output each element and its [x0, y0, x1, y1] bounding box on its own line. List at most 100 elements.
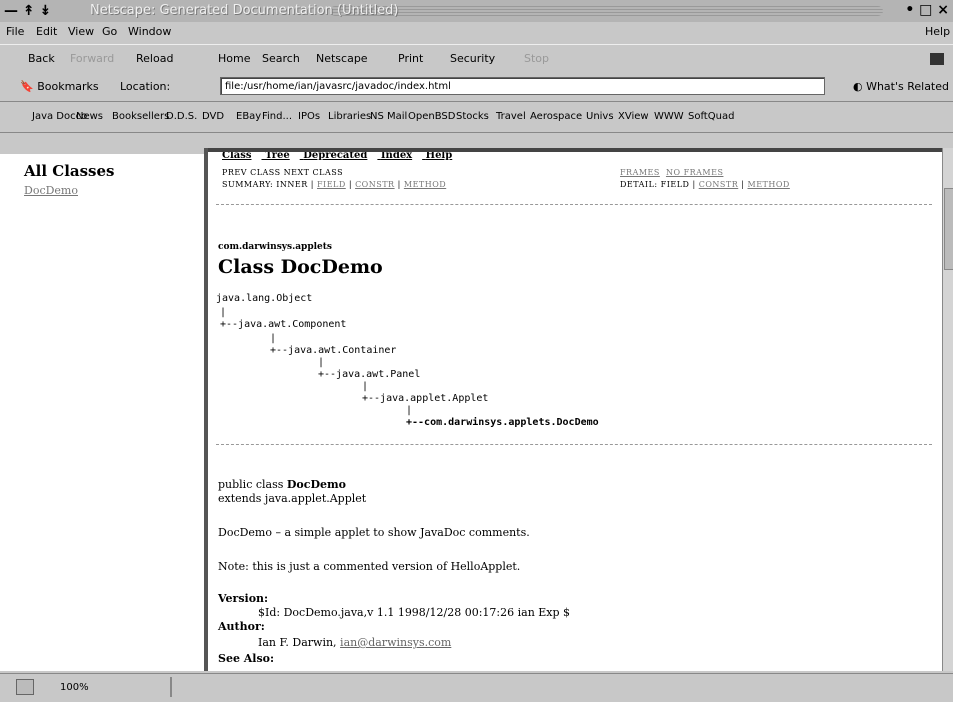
reload-button[interactable]: Reload: [136, 52, 173, 65]
back-button[interactable]: Back: [28, 52, 55, 65]
class-note: Note: this is just a commented version o…: [218, 560, 521, 573]
print-button[interactable]: Print: [398, 52, 423, 65]
author-email-link[interactable]: ian@darwinsys.com: [340, 636, 451, 649]
whats-related-button[interactable]: ◐ What's Related: [853, 80, 949, 93]
personal-bookmark-xview[interactable]: XView: [618, 111, 649, 122]
nav-divider: [216, 204, 932, 205]
extends-line: extends java.applet.Applet: [218, 492, 367, 505]
window-title: Netscape: Generated Documentation (Untit…: [90, 3, 399, 18]
class-title: Class DocDemo: [218, 256, 383, 278]
title-bar: — ↟ ↡ Netscape: Generated Documentation …: [0, 0, 953, 23]
whats-related-label: What's Related: [866, 80, 949, 93]
author-value: Ian F. Darwin, ian@darwinsys.com: [258, 636, 451, 649]
inheritance-tree-l4: +--java.applet.Applet: [362, 393, 489, 404]
see-also-label: See Also:: [218, 652, 275, 665]
personal-bookmark-news[interactable]: News: [76, 111, 103, 122]
personal-bookmark-libraries[interactable]: Libraries: [328, 111, 371, 122]
home-button[interactable]: Home: [218, 52, 250, 65]
window-controls[interactable]: • □ ×: [905, 1, 949, 19]
nav-tree[interactable]: Tree: [265, 152, 290, 161]
inheritance-tree-l3: +--java.awt.Panel: [318, 369, 421, 380]
status-bar: 100%: [0, 673, 953, 702]
class-declaration: public class DocDemo: [218, 478, 346, 492]
version-value: $Id: DocDemo.java,v 1.1 1998/12/28 00:17…: [258, 606, 571, 619]
search-button[interactable]: Search: [262, 52, 300, 65]
navigation-toolbar: Back Forward Reload Home Search Netscape…: [0, 44, 953, 74]
security-button[interactable]: Security: [450, 52, 495, 65]
package-name: com.darwinsys.applets: [218, 242, 332, 252]
personal-bookmark-stocks[interactable]: Stocks: [456, 111, 489, 122]
personal-bookmark-ipos[interactable]: IPOs: [298, 111, 320, 122]
status-separator: [170, 677, 172, 697]
personal-bookmark-openbsd[interactable]: OpenBSD: [408, 111, 455, 122]
tree-divider: [216, 444, 932, 445]
menu-bar: File Edit View Go Window Help: [0, 22, 953, 42]
decl-prefix: public class: [218, 478, 287, 491]
summary-label: SUMMARY: INNER |: [222, 180, 317, 189]
frames-links: FRAMES NO FRAMES: [620, 168, 723, 177]
url-field[interactable]: file:/usr/home/ian/javasrc/javadoc/index…: [220, 77, 825, 95]
summary-links: SUMMARY: INNER | FIELD | CONSTR | METHOD: [222, 180, 447, 189]
no-frames-link[interactable]: NO FRAMES: [666, 168, 723, 177]
class-description: DocDemo – a simple applet to show JavaDo…: [218, 526, 530, 539]
location-bar: 🔖 Bookmarks Location: file:/usr/home/ian…: [0, 73, 953, 102]
menu-help[interactable]: Help: [925, 25, 950, 38]
documentation-frame: Class Tree Deprecated Index Help PREV CL…: [208, 148, 942, 671]
zoom-level: 100%: [60, 682, 89, 693]
bookmarks-button[interactable]: 🔖 Bookmarks: [20, 80, 99, 93]
window-menu-icon[interactable]: — ↟ ↡: [4, 2, 51, 20]
detail-constr-link[interactable]: CONSTR: [699, 180, 739, 189]
stop-button[interactable]: Stop: [524, 52, 549, 65]
nav-class[interactable]: Class: [222, 152, 252, 161]
menu-edit[interactable]: Edit: [36, 25, 57, 38]
detail-label: DETAIL: FIELD |: [620, 180, 699, 189]
author-name: Ian F. Darwin,: [258, 636, 341, 649]
menu-window[interactable]: Window: [128, 25, 171, 38]
inheritance-tree-l1: +--java.awt.Component: [220, 319, 347, 330]
decl-name: DocDemo: [286, 478, 346, 491]
scrollbar-thumb[interactable]: [944, 188, 953, 270]
personal-bookmark-find[interactable]: Find...: [262, 111, 292, 122]
personal-bookmark-ns-mail[interactable]: NS Mail: [370, 111, 407, 122]
security-lock-icon[interactable]: [16, 679, 34, 695]
personal-toolbar: Java Docco News Booksellers D.D.S. DVD EBay Fi…: [0, 102, 953, 133]
top-nav-bar: Class Tree Deprecated Index Help: [222, 152, 462, 161]
inheritance-tree-l2: +--java.awt.Container: [270, 345, 397, 356]
netscape-logo-icon: [930, 53, 944, 65]
personal-bookmark-aerospace[interactable]: Aerospace: [530, 111, 582, 122]
menu-view[interactable]: View: [68, 25, 94, 38]
inheritance-tree-l5: +--com.darwinsys.applets.DocDemo: [406, 417, 599, 428]
inheritance-tree-l0: java.lang.Object: [216, 293, 313, 304]
summary-constr-link[interactable]: CONSTR: [355, 180, 395, 189]
netscape-button[interactable]: Netscape: [316, 52, 368, 65]
nav-index[interactable]: Index: [381, 152, 412, 161]
class-list-frame: All Classes DocDemo: [0, 154, 204, 671]
menu-go[interactable]: Go: [102, 25, 117, 38]
forward-button[interactable]: Forward: [70, 52, 114, 65]
nav-deprecated[interactable]: Deprecated: [303, 152, 367, 161]
version-label: Version:: [218, 592, 269, 605]
title-bar-stripes: [330, 6, 883, 16]
summary-method-link[interactable]: METHOD: [404, 180, 446, 189]
vertical-scrollbar[interactable]: [942, 148, 953, 671]
author-label: Author:: [218, 620, 265, 633]
location-label: Location:: [120, 80, 171, 93]
nav-help[interactable]: Help: [426, 152, 453, 161]
prev-next-links[interactable]: PREV CLASS NEXT CLASS: [222, 168, 343, 177]
personal-bookmark-dvd[interactable]: DVD: [202, 111, 224, 122]
menu-file[interactable]: File: [6, 25, 24, 38]
personal-bookmark-univs[interactable]: Univs: [586, 111, 614, 122]
summary-field-link[interactable]: FIELD: [317, 180, 346, 189]
personal-bookmark-d-d-s[interactable]: D.D.S.: [166, 111, 197, 122]
bookmarks-label: Bookmarks: [37, 80, 99, 93]
personal-bookmark-softquad[interactable]: SoftQuad: [688, 111, 734, 122]
personal-bookmark-travel[interactable]: Travel: [496, 111, 526, 122]
detail-method-link[interactable]: METHOD: [748, 180, 790, 189]
frames-link[interactable]: FRAMES: [620, 168, 660, 177]
class-link-docdemo[interactable]: DocDemo: [24, 184, 78, 197]
personal-bookmark-booksellers[interactable]: Booksellers: [112, 111, 169, 122]
personal-bookmark-ebay[interactable]: EBay: [236, 111, 261, 122]
all-classes-heading: All Classes: [24, 162, 115, 180]
personal-bookmark-www[interactable]: WWW: [654, 111, 684, 122]
detail-links: DETAIL: FIELD | CONSTR | METHOD: [620, 180, 790, 189]
